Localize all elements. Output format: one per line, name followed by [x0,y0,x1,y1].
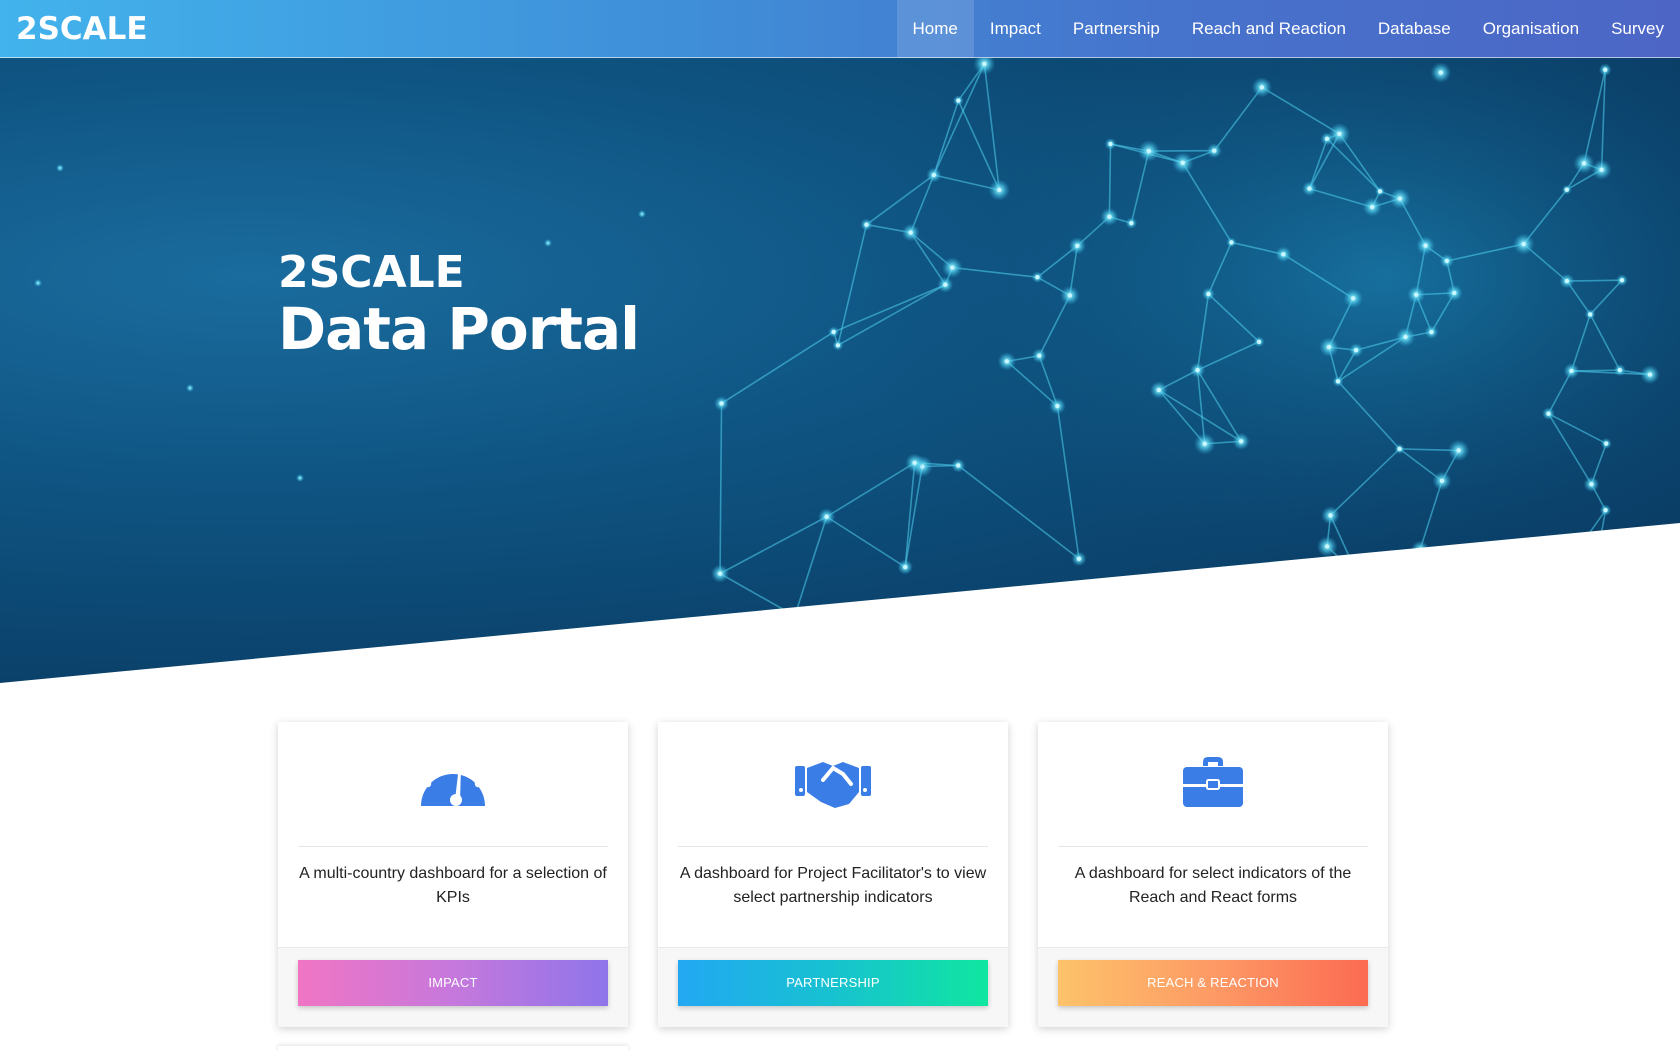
card-impact: A multi-country dashboard for a selectio… [278,722,628,1027]
nav-item-partnership[interactable]: Partnership [1057,0,1176,58]
impact-button[interactable]: IMPACT [298,960,608,1006]
card-footer: PARTNERSHIP [658,947,1008,1027]
brand-logo[interactable]: 2SCALE [16,11,148,47]
card-divider [298,846,608,847]
reach-and-reaction-button[interactable]: REACH & REACTION [1058,960,1368,1006]
hero-title: 2SCALE Data Portal [278,247,640,363]
card-divider [678,846,988,847]
nav-item-impact[interactable]: Impact [974,0,1057,58]
card-description: A dashboard for Project Facilitator's to… [679,865,987,906]
nav-item-organisation[interactable]: Organisation [1467,0,1595,58]
partnership-button[interactable]: PARTNERSHIP [678,960,988,1006]
card-description: A dashboard for select indicators of the… [1074,865,1352,906]
card-partnership: A dashboard for Project Facilitator's to… [658,722,1008,1027]
card-footer: IMPACT [278,947,628,1027]
card-divider [1058,846,1368,847]
nav-menu: Home Impact Partnership Reach and Reacti… [896,0,1680,58]
nav-item-survey[interactable]: Survey [1595,0,1680,58]
nav-item-home[interactable]: Home [896,0,974,58]
dashboard-cards: A multi-country dashboard for a selectio… [278,722,1388,1027]
hero-title-portal: Data Portal [278,295,640,363]
top-navbar: 2SCALE Home Impact Partnership Reach and… [0,0,1680,58]
card-description: A multi-country dashboard for a selectio… [299,865,607,906]
speedometer-icon [421,757,485,806]
briefcase-icon [1183,757,1243,807]
card-footer: REACH & REACTION [1038,947,1388,1027]
handshake-icon [795,762,871,808]
hero-diagonal-edge [0,523,1680,683]
hero-title-brand: 2SCALE [278,247,465,298]
card-reach-reaction: A dashboard for select indicators of the… [1038,722,1388,1027]
next-card-row-edge [278,1046,628,1050]
nav-item-database[interactable]: Database [1362,0,1467,58]
nav-item-reach-and-reaction[interactable]: Reach and Reaction [1176,0,1362,58]
